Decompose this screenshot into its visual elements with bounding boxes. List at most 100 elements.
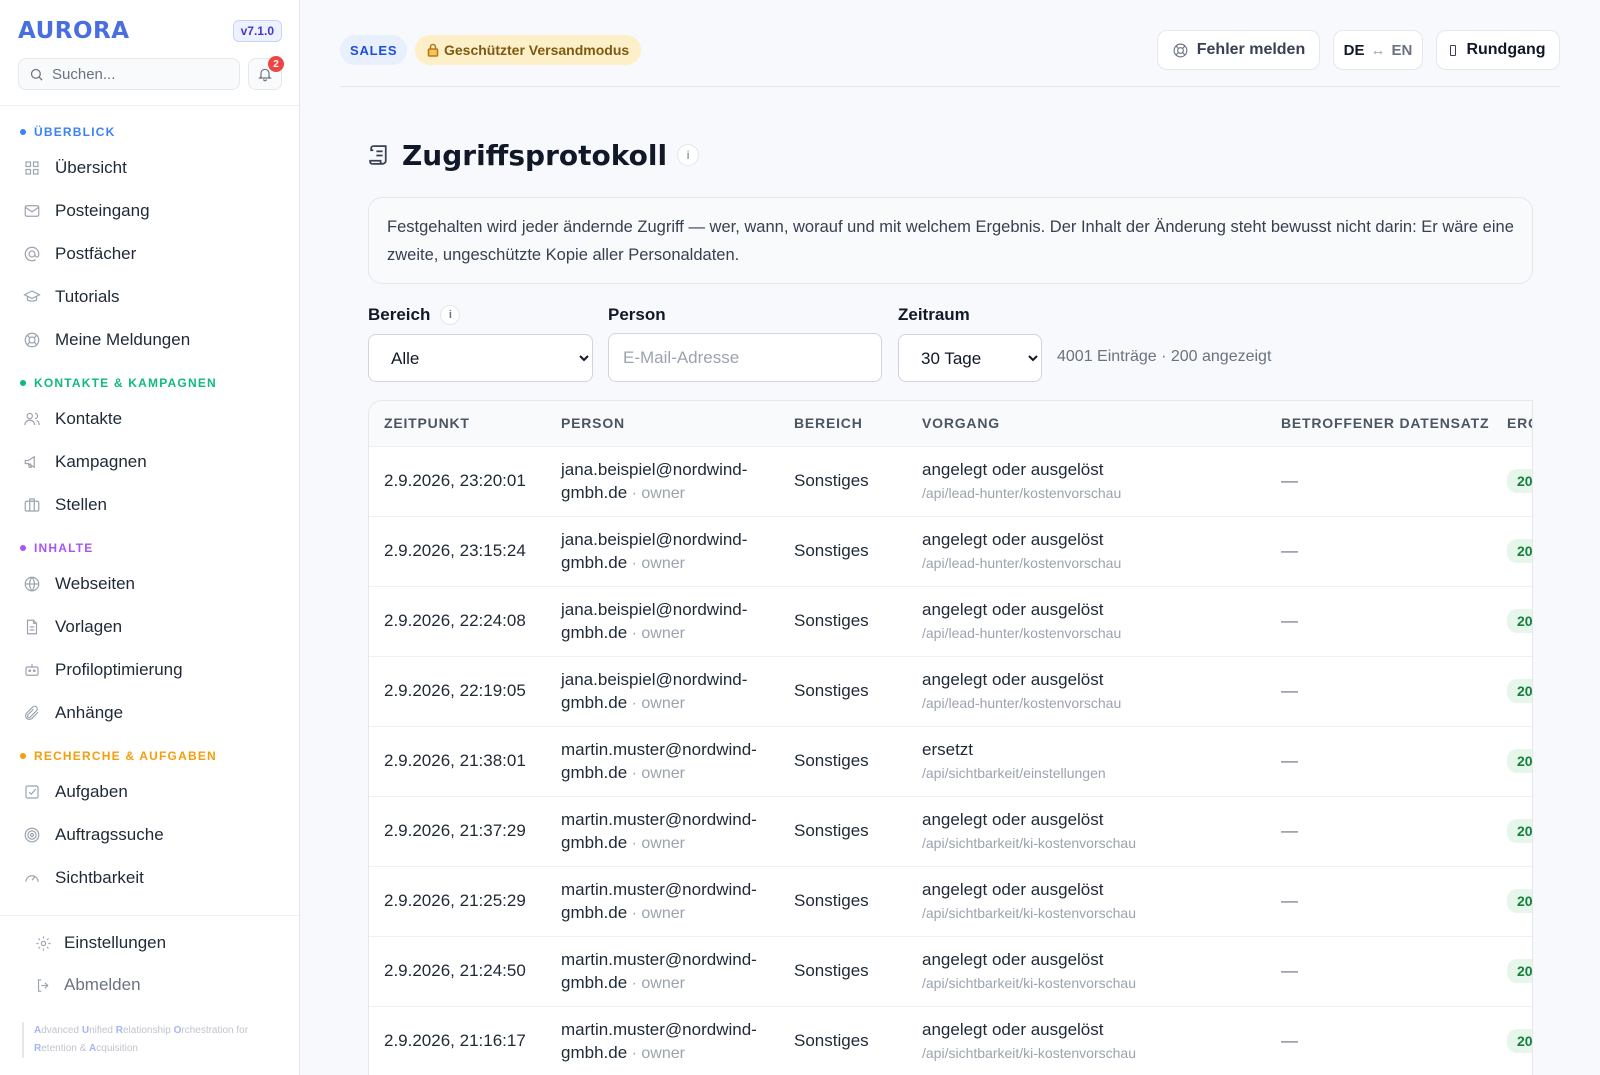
sidebar-item-label: Aufgaben — [55, 781, 128, 801]
person-role: owner — [641, 554, 685, 572]
period-select[interactable]: 30 Tage — [898, 334, 1042, 382]
cell-time: 2.9.2026, 23:20:01 — [369, 446, 546, 517]
table-row[interactable]: 2.9.2026, 21:16:17 martin.muster@nordwind… — [369, 1006, 1532, 1075]
sidebar-item-kontakte[interactable]: Kontakte — [0, 397, 299, 440]
sidebar-item-kampagnen[interactable]: Kampagnen — [0, 440, 299, 483]
email-part-1: martin.muster@nordwind- — [561, 739, 757, 759]
column-header[interactable]: ERGEBNIS — [1492, 401, 1532, 447]
cell-area: Sonstiges — [779, 796, 907, 867]
page-title: Zugriffsprotokoll — [402, 138, 668, 172]
lang-swap-icon: ↔ — [1370, 41, 1386, 59]
report-bug-button[interactable]: Fehler melden — [1157, 30, 1320, 70]
sidebar-item-stellen[interactable]: Stellen — [0, 483, 299, 526]
sidebar-item-webseiten[interactable]: Webseiten — [0, 562, 299, 605]
area-info-button[interactable]: i — [440, 305, 461, 325]
nav-section-header: ÜBERBLICK — [0, 118, 299, 146]
title-info-button[interactable]: i — [677, 144, 700, 166]
notification-count-badge: 2 — [268, 56, 284, 72]
email-part-2: gmbh.de — [561, 972, 628, 992]
table-row[interactable]: 2.9.2026, 22:24:08 jana.beispiel@nordwind… — [369, 586, 1532, 657]
email-part-1: jana.beispiel@nordwind- — [561, 669, 748, 689]
person-email: martin.muster@nordwind-gmbh.de · owner — [561, 948, 779, 995]
cell-result: 20 — [1492, 586, 1532, 657]
section-dot — [20, 545, 26, 551]
sidebar-item-uebersicht[interactable]: Übersicht — [0, 146, 299, 189]
sidebar-item-tutorials[interactable]: Tutorials — [0, 275, 299, 318]
sidebar-item-label: Postfächer — [55, 243, 137, 263]
target-icon — [24, 827, 40, 842]
sidebar-item-posteingang[interactable]: Posteingang — [0, 189, 299, 232]
sidebar-bottom: Einstellungen Abmelden — [0, 915, 299, 1006]
person-email-input[interactable] — [608, 333, 882, 382]
operation-path: /api/sichtbarkeit/ki-kostenvorschau — [922, 1045, 1136, 1061]
logout-link[interactable]: Abmelden — [0, 964, 299, 1006]
operation-label: angelegt oder ausgelöst — [922, 530, 1104, 549]
cell-operation: angelegt oder ausgelöst/api/lead-hunter/… — [907, 446, 1266, 517]
sidebar-item-auftragssuche[interactable]: Auftragssuche — [0, 813, 299, 856]
column-header[interactable]: BETROFFENER DATENSATZ — [1266, 401, 1492, 447]
result-badge: 20 — [1507, 609, 1532, 633]
area-select[interactable]: Alle — [368, 334, 593, 382]
tour-button[interactable]: Rundgang — [1436, 30, 1560, 70]
email-part-1: jana.beispiel@nordwind- — [561, 529, 748, 549]
cell-operation: angelegt oder ausgelöst/api/lead-hunter/… — [907, 586, 1266, 657]
table-row[interactable]: 2.9.2026, 21:24:50 martin.muster@nordwind… — [369, 936, 1532, 1007]
table-row[interactable]: 2.9.2026, 23:20:01 jana.beispiel@nordwind… — [369, 446, 1532, 517]
sidebar-item-label: Kampagnen — [55, 451, 147, 471]
sidebar-item-profiloptimierung[interactable]: Profiloptimierung — [0, 648, 299, 691]
column-header[interactable]: BEREICH — [779, 401, 907, 447]
email-part-2: gmbh.de — [561, 482, 628, 502]
cell-area: Sonstiges — [779, 516, 907, 587]
access-log-table-container[interactable]: ZEITPUNKT PERSON BEREICH VORGANG BETROFFENER… — [368, 400, 1533, 1075]
topbar-divider — [340, 86, 1560, 87]
table-row[interactable]: 2.9.2026, 22:19:05 jana.beispiel@nordwind… — [369, 656, 1532, 727]
column-header[interactable]: ZEITPUNKT — [369, 401, 546, 447]
search-input[interactable] — [52, 65, 222, 83]
column-header[interactable]: PERSON — [546, 401, 779, 447]
period-filter-label: Zeitraum — [898, 305, 970, 324]
gear-icon — [36, 935, 51, 951]
sidebar-item-vorlagen[interactable]: Vorlagen — [0, 605, 299, 648]
operation-label: angelegt oder ausgelöst — [922, 460, 1104, 479]
table-row[interactable]: 2.9.2026, 21:37:29 martin.muster@nordwind… — [369, 796, 1532, 867]
notifications-button[interactable]: 2 — [248, 56, 284, 90]
table-row[interactable]: 2.9.2026, 21:38:01 martin.muster@nordwind… — [369, 726, 1532, 797]
cell-operation: angelegt oder ausgelöst/api/sichtbarkeit… — [907, 796, 1266, 867]
operation-path: /api/lead-hunter/kostenvorschau — [922, 695, 1122, 711]
access-log-table: ZEITPUNKT PERSON BEREICH VORGANG BETROFFENER… — [369, 401, 1532, 1075]
email-part-2: gmbh.de — [561, 832, 628, 852]
lifebuoy-icon — [24, 332, 40, 347]
cell-result: 20 — [1492, 516, 1532, 587]
sidebar-item-postfaecher[interactable]: Postfächer — [0, 232, 299, 275]
column-header[interactable]: VORGANG — [907, 401, 1266, 447]
cell-record: — — [1266, 936, 1492, 1007]
cell-record: — — [1266, 796, 1492, 867]
sidebar-item-aufgaben[interactable]: Aufgaben — [0, 770, 299, 813]
sidebar-item-sichtbarkeit[interactable]: Sichtbarkeit — [0, 856, 299, 899]
tagline-word: elationship — [122, 1025, 174, 1036]
cell-operation: angelegt oder ausgelöst/api/sichtbarkeit… — [907, 866, 1266, 937]
person-email: jana.beispiel@nordwind-gmbh.de · owner — [561, 528, 779, 575]
settings-label: Einstellungen — [64, 933, 167, 952]
role-separator: · — [627, 834, 642, 852]
section-dot — [20, 753, 26, 759]
cell-result: 20 — [1492, 796, 1532, 867]
person-role: owner — [641, 834, 685, 852]
settings-link[interactable]: Einstellungen — [0, 922, 299, 964]
page-header: Zugriffsprotokoll i — [367, 135, 700, 175]
brand-logo[interactable]: AURORA — [18, 18, 130, 44]
role-separator: · — [627, 1044, 642, 1062]
search-box[interactable] — [18, 58, 240, 90]
language-toggle[interactable]: DE ↔ EN — [1333, 30, 1423, 70]
section-dot — [20, 380, 26, 386]
table-row[interactable]: 2.9.2026, 21:25:29 martin.muster@nordwind… — [369, 866, 1532, 937]
email-part-1: martin.muster@nordwind- — [561, 1019, 757, 1039]
cell-record: — — [1266, 726, 1492, 797]
sidebar-item-meine-meldungen[interactable]: Meine Meldungen — [0, 318, 299, 361]
sidebar-item-anhaenge[interactable]: Anhänge — [0, 691, 299, 734]
sidebar-divider — [0, 105, 299, 106]
person-role: owner — [641, 904, 685, 922]
table-row[interactable]: 2.9.2026, 23:15:24 jana.beispiel@nordwind… — [369, 516, 1532, 587]
entry-count: 4001 Einträge · 200 angezeigt — [1057, 348, 1272, 365]
cell-record: — — [1266, 656, 1492, 727]
